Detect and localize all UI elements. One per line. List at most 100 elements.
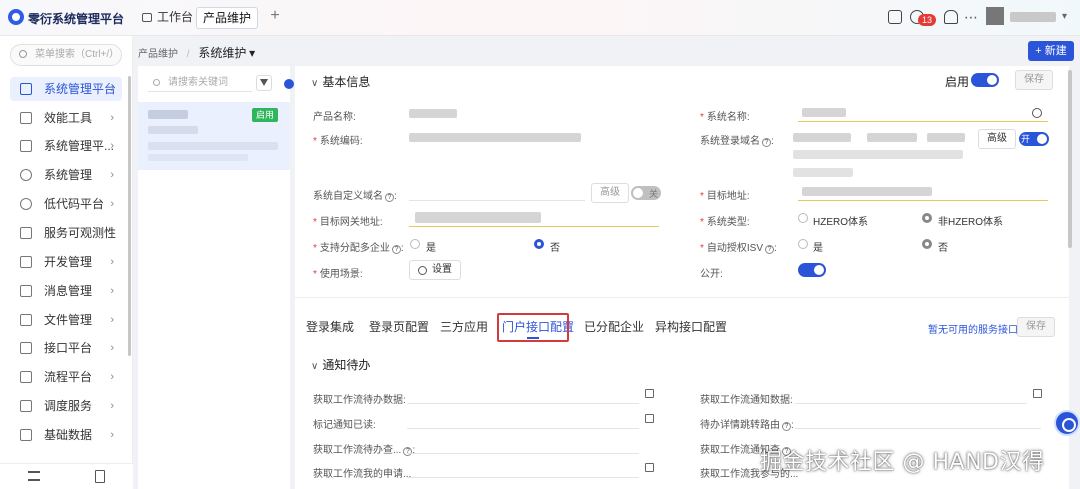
system-list-pane: 请搜索关键词 启用 [138, 66, 294, 489]
sidebar-item-interface[interactable]: 接口平台 › [10, 336, 122, 360]
collapse-menu-icon[interactable] [28, 471, 40, 481]
sidebar-item-scheduler[interactable]: 调度服务 › [10, 394, 122, 418]
target-address-label: * 目标地址: [700, 191, 750, 202]
system-type-non-hzero-radio[interactable] [922, 213, 932, 223]
chevron-right-icon: › [110, 429, 114, 441]
save-button[interactable]: 保存 [1015, 70, 1053, 90]
chevron-down-icon: ∨ [311, 78, 319, 89]
sidebar-footer [0, 463, 133, 489]
login-domain-value-5 [793, 168, 853, 177]
custom-domain-field[interactable] [409, 183, 585, 201]
collapse-pane-icon[interactable] [284, 79, 294, 89]
notify-field-input-3[interactable] [407, 411, 639, 429]
active-tab-indicator [527, 337, 539, 339]
grid-icon [20, 256, 32, 268]
sidebar-item-system-platform[interactable]: 系统管理平台 › [10, 77, 122, 101]
table-select-icon[interactable] [645, 414, 654, 423]
notify-field-input-1[interactable] [407, 386, 639, 404]
multi-tenant-yes-label: 是 [426, 243, 436, 254]
avatar[interactable] [986, 7, 1004, 25]
sidebar-item-lowcode[interactable]: 低代码平台 › [10, 192, 122, 216]
grid-icon [20, 112, 32, 124]
sidebar-item-file[interactable]: 文件管理 › [10, 308, 122, 332]
system-type-non-hzero-label: 非HZERO体系 [938, 217, 1003, 228]
assistant-float-button[interactable] [1054, 410, 1080, 436]
document-icon[interactable] [95, 470, 105, 483]
custom-domain-advanced-button[interactable]: 高级 [591, 183, 629, 203]
login-domain-value-3 [927, 133, 965, 142]
main-scrollbar[interactable] [1068, 70, 1072, 248]
target-address-field[interactable] [798, 183, 1048, 201]
chevron-right-icon: › [110, 227, 114, 239]
unavailable-services-link[interactable]: 暂无可用的服务接口... [928, 321, 1026, 336]
tab-third-party-apps[interactable]: 三方应用 [440, 318, 488, 335]
multi-tenant-yes-radio[interactable] [410, 239, 420, 249]
tab-login-integration[interactable]: 登录集成 [306, 318, 354, 335]
system-type-hzero-radio[interactable] [798, 213, 808, 223]
chevron-right-icon: › [110, 256, 114, 268]
notify-field-input-2[interactable] [795, 386, 1027, 404]
multi-tenant-no-radio[interactable] [534, 239, 544, 249]
sidebar: 菜单搜索（Ctrl+/） 系统管理平台 › 效能工具 › 系统管理平... › 系统管… [0, 36, 133, 489]
chevron-right-icon: › [110, 314, 114, 326]
usage-scene-settings-button[interactable]: 设置 [409, 260, 461, 280]
breadcrumb-current[interactable]: 系统维护 [198, 46, 246, 60]
section-notify-todo[interactable]: ∨ 通知待办 [311, 356, 370, 373]
chef-hat-icon[interactable] [944, 10, 958, 24]
login-domain-advanced-button[interactable]: 高级 [978, 129, 1016, 149]
sidebar-item-observability[interactable]: 服务可观测性 › [10, 221, 122, 245]
auto-isv-yes-radio[interactable] [798, 239, 808, 249]
new-button[interactable]: + 新建 [1028, 41, 1074, 61]
notify-field-input-4[interactable] [795, 411, 1041, 429]
notify-field-label-4: 待办详情跳转路由?: [700, 420, 794, 431]
menu-search-input[interactable]: 菜单搜索（Ctrl+/） [10, 44, 122, 66]
tab-login-page-config[interactable]: 登录页配置 [369, 318, 429, 335]
caret-down-icon[interactable]: ▾ [249, 46, 255, 60]
logo-icon [8, 9, 24, 25]
table-select-icon[interactable] [1033, 389, 1042, 398]
public-toggle[interactable] [798, 263, 826, 277]
system-name-field[interactable] [798, 104, 1048, 122]
grid-icon [20, 227, 32, 239]
breadcrumb-parent[interactable]: 产品维护 [138, 49, 178, 60]
sidebar-item-system-management[interactable]: 系统管理 › [10, 163, 122, 187]
tab-assigned-enterprises[interactable]: 已分配企业 [584, 318, 644, 335]
more-icon[interactable]: ⋯ [964, 9, 978, 26]
add-tab-icon[interactable]: + [266, 8, 284, 26]
globe-icon[interactable] [1032, 108, 1042, 118]
sidebar-item-dev-management[interactable]: 开发管理 › [10, 250, 122, 274]
multi-tenant-label: * 支持分配多企业?: [313, 243, 404, 254]
login-domain-toggle[interactable]: 开 [1019, 132, 1049, 146]
portal-save-button[interactable]: 保存 [1017, 317, 1055, 337]
table-select-icon[interactable] [645, 389, 654, 398]
notify-field-input-7[interactable] [407, 460, 639, 478]
help-icon: ? [385, 193, 394, 202]
filter-icon[interactable] [256, 75, 272, 91]
enable-toggle[interactable] [971, 73, 999, 87]
public-label: 公开: [700, 269, 723, 280]
message-icon [20, 285, 32, 297]
tab-workbench[interactable]: 工作台 [136, 7, 199, 29]
chevron-down-icon[interactable]: ▾ [1062, 11, 1067, 22]
section-basic-info[interactable]: ∨ 基本信息 [311, 73, 370, 90]
home-icon[interactable] [888, 10, 902, 24]
table-select-icon[interactable] [645, 463, 654, 472]
auto-isv-no-radio[interactable] [922, 239, 932, 249]
sidebar-item-message[interactable]: 消息管理 › [10, 279, 122, 303]
tab-product-maintenance[interactable]: 产品维护 [196, 7, 258, 29]
sidebar-item-system-platform-2[interactable]: 系统管理平... › [10, 134, 122, 158]
sidebar-item-basic-data[interactable]: 基础数据 › [10, 423, 122, 447]
workflow-icon [20, 371, 32, 383]
sidebar-scrollbar[interactable] [128, 76, 131, 356]
list-search-input[interactable]: 请搜索关键词 [148, 74, 252, 92]
notify-field-input-5[interactable] [407, 436, 639, 454]
custom-domain-toggle-label: 关 [649, 189, 659, 199]
chevron-right-icon: › [110, 83, 114, 95]
status-badge: 启用 [252, 108, 279, 122]
tab-heterogeneous-interface[interactable]: 异构接口配置 [655, 318, 727, 335]
main-form: ∨ 基本信息 启用 保存 产品名称: * 系统名称: * 系统编码: 系统登录域名?:… [295, 66, 1069, 489]
sidebar-item-workflow[interactable]: 流程平台 › [10, 365, 122, 389]
list-item[interactable]: 启用 [138, 102, 290, 170]
gateway-address-field[interactable] [409, 209, 659, 227]
sidebar-item-efficiency[interactable]: 效能工具 › [10, 106, 122, 130]
